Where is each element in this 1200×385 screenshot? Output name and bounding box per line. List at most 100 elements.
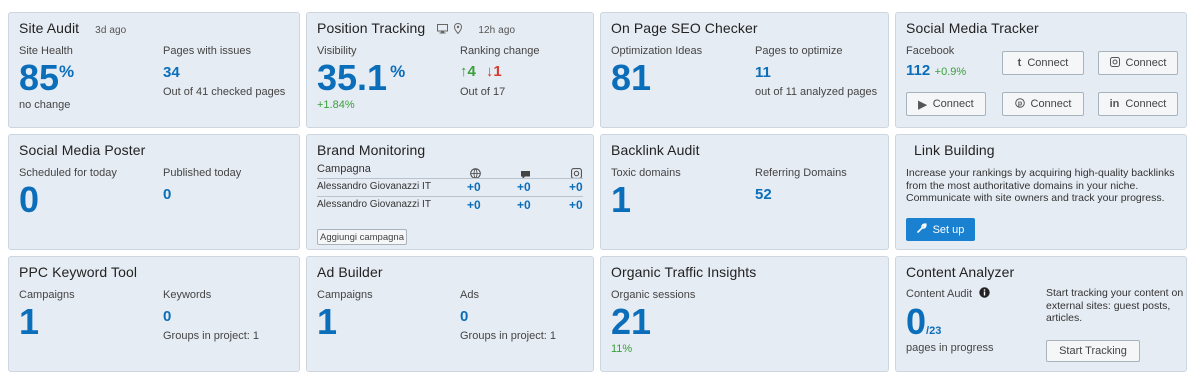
site-audit-title[interactable]: Site Audit: [19, 20, 79, 36]
analyzed-pages-text: out of 11 analyzed pages: [755, 86, 878, 98]
card-title[interactable]: Site Audit 3d ago: [19, 20, 289, 36]
pages-to-optimize-value[interactable]: 11: [755, 64, 771, 81]
button-label: Set up: [932, 223, 965, 236]
comment-mentions: +0: [517, 198, 531, 212]
instagram-mentions: +0: [569, 198, 583, 212]
visibility-value[interactable]: 35.1%: [317, 60, 405, 96]
social-tracker-title[interactable]: Social Media Tracker: [906, 20, 1176, 36]
ppc-keyword-title[interactable]: PPC Keyword Tool: [19, 264, 289, 280]
organic-traffic-card[interactable]: Organic Traffic Insights Organic session…: [600, 256, 889, 372]
location-pin-icon: [454, 21, 463, 37]
keywords-label: Keywords: [163, 289, 212, 301]
twitter-icon: t: [1017, 57, 1022, 69]
linkedin-connect-button[interactable]: in Connect: [1098, 92, 1178, 116]
content-audit-label: Content Audit: [906, 287, 990, 301]
facebook-followers: 112: [906, 62, 931, 79]
referring-domains-value[interactable]: 52: [755, 186, 772, 203]
facebook-stats[interactable]: 112 +0.9%: [906, 62, 966, 80]
add-campaign-button[interactable]: Aggiungi campagna: [317, 229, 407, 245]
start-tracking-button[interactable]: Start Tracking: [1046, 340, 1140, 362]
campaigns-label: Campaigns: [19, 289, 75, 301]
site-health-value[interactable]: 85%: [19, 60, 74, 96]
social-poster-title[interactable]: Social Media Poster: [19, 142, 289, 158]
keywords-value[interactable]: 0: [163, 308, 171, 325]
youtube-connect-button[interactable]: ▶ Connect: [906, 92, 986, 116]
backlink-audit-title[interactable]: Backlink Audit: [611, 142, 878, 158]
button-label: Connect: [932, 98, 974, 110]
web-mentions: +0: [467, 198, 481, 212]
position-tracking-title[interactable]: Position Tracking: [317, 20, 425, 36]
setup-button[interactable]: Set up: [906, 218, 975, 241]
ad-builder-card[interactable]: Ad Builder Campaigns 1 Ads 0 Groups in p…: [306, 256, 594, 372]
pages-in-progress: pages in progress: [906, 342, 994, 354]
info-icon[interactable]: [979, 287, 990, 301]
content-audit-total: /23: [926, 325, 942, 337]
comment-mentions: +0: [517, 180, 531, 194]
referring-domains-label: Referring Domains: [755, 167, 847, 179]
link-building-card[interactable]: Link Building Increase your rankings by …: [895, 134, 1187, 250]
campaign-name[interactable]: Alessandro Giovanazzi IT: [317, 199, 431, 210]
organic-sessions-value[interactable]: 21: [611, 304, 651, 340]
ads-value[interactable]: 0: [460, 308, 468, 325]
social-tracker-card[interactable]: Social Media Tracker Facebook 112 +0.9% …: [895, 12, 1187, 128]
content-audit-number: 0: [906, 301, 927, 342]
last-updated: 3d ago: [95, 25, 127, 36]
instagram-icon: [1109, 56, 1120, 70]
ad-builder-title[interactable]: Ad Builder: [317, 264, 583, 280]
link-building-title[interactable]: Link Building: [906, 142, 1176, 158]
optimization-ideas-value[interactable]: 81: [611, 60, 651, 96]
site-health-number: 85: [19, 57, 60, 98]
row-divider: [317, 196, 583, 197]
toxic-domains-value[interactable]: 1: [611, 182, 631, 218]
brand-monitoring-title[interactable]: Brand Monitoring: [317, 142, 583, 158]
pages-with-issues-value[interactable]: 34: [163, 64, 180, 81]
campaign-name[interactable]: Alessandro Giovanazzi IT: [317, 181, 431, 192]
last-updated: 12h ago: [478, 25, 516, 36]
content-tracking-promo: Start tracking your content on external …: [1046, 287, 1184, 324]
content-analyzer-title[interactable]: Content Analyzer: [906, 264, 1176, 280]
site-health-unit: %: [59, 62, 75, 81]
wrench-icon: [916, 223, 927, 236]
web-mentions: +0: [467, 180, 481, 194]
ranking-total-text: Out of 17: [460, 86, 506, 98]
onpage-seo-card[interactable]: On Page SEO Checker Optimization Ideas 8…: [600, 12, 889, 128]
scheduled-value[interactable]: 0: [19, 182, 39, 218]
visibility-number: 35.1: [317, 57, 388, 98]
checked-pages-text: Out of 41 checked pages: [163, 86, 286, 98]
campaigns-value[interactable]: 1: [19, 304, 39, 340]
backlink-audit-card[interactable]: Backlink Audit Toxic domains 1 Referring…: [600, 134, 889, 250]
site-audit-card[interactable]: Site Audit 3d ago Site Health 85% no cha…: [8, 12, 300, 128]
campaigns-value[interactable]: 1: [317, 304, 337, 340]
scheduled-label: Scheduled for today: [19, 167, 117, 179]
groups-text: Groups in project: 1: [460, 330, 556, 342]
ranking-down: ↓1: [486, 63, 502, 80]
social-poster-card[interactable]: Social Media Poster Scheduled for today …: [8, 134, 300, 250]
brand-monitoring-card[interactable]: Brand Monitoring Campagna Alessandro Gio…: [306, 134, 594, 250]
desktop-icon: [437, 21, 449, 37]
ppc-keyword-card[interactable]: PPC Keyword Tool Campaigns 1 Keywords 0 …: [8, 256, 300, 372]
ranking-up: ↑4: [460, 63, 476, 80]
dashboard-grid: Site Audit 3d ago Site Health 85% no cha…: [8, 12, 1187, 372]
organic-traffic-title[interactable]: Organic Traffic Insights: [611, 264, 878, 280]
published-value[interactable]: 0: [163, 186, 171, 203]
linkedin-icon: in: [1109, 98, 1120, 110]
position-tracking-card[interactable]: Position Tracking 12h ago Visibility 35.…: [306, 12, 594, 128]
table-header-divider: [317, 178, 583, 179]
button-label: Connect: [1030, 98, 1072, 110]
visibility-unit: %: [390, 62, 406, 81]
ranking-up-value: 4: [467, 63, 476, 80]
content-audit-value[interactable]: 0/23: [906, 304, 941, 340]
onpage-seo-title[interactable]: On Page SEO Checker: [611, 20, 878, 36]
twitter-connect-button[interactable]: t Connect: [1002, 51, 1084, 75]
ranking-change-values[interactable]: ↑4 ↓1: [460, 63, 502, 80]
button-label: Connect: [1027, 57, 1069, 69]
instagram-connect-button[interactable]: Connect: [1098, 51, 1178, 75]
content-analyzer-card[interactable]: Content Analyzer Content Audit 0/23 page…: [895, 256, 1187, 372]
card-title[interactable]: Position Tracking 12h ago: [317, 20, 583, 37]
button-label: Connect: [1125, 98, 1167, 110]
pinterest-connect-button[interactable]: p Connect: [1002, 92, 1084, 116]
link-building-description: Increase your rankings by acquiring high…: [906, 167, 1175, 204]
optimization-ideas-label: Optimization Ideas: [611, 45, 703, 57]
visibility-change: +1.84%: [317, 99, 355, 111]
arrow-up-icon: ↑: [460, 63, 468, 80]
